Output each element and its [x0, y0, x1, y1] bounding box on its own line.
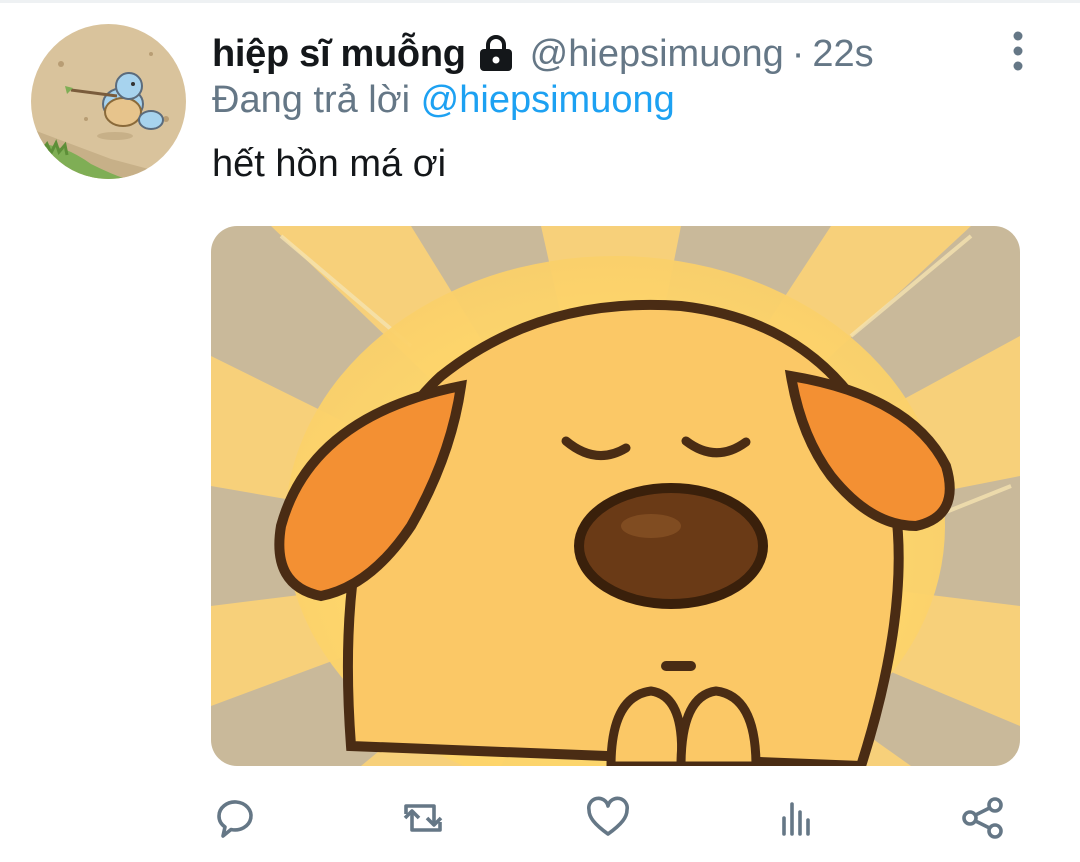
- tweet-card[interactable]: hiệp sĩ muỗng @hiepsimuong · 22s Đang tr…: [0, 0, 1080, 862]
- heart-icon: [587, 796, 629, 836]
- timestamp[interactable]: 22s: [812, 33, 873, 76]
- replying-to-handle[interactable]: @hiepsimuong: [421, 79, 675, 121]
- display-name[interactable]: hiệp sĩ muỗng: [212, 33, 466, 76]
- user-handle[interactable]: @hiepsimuong: [530, 33, 784, 76]
- share-button[interactable]: [956, 791, 1010, 845]
- more-options-button[interactable]: [998, 27, 1038, 75]
- separator-dot: ·: [791, 32, 805, 75]
- share-icon: [962, 797, 1003, 839]
- lock-icon: [476, 34, 516, 74]
- analytics-icon: [782, 802, 810, 836]
- tweet-media-image[interactable]: [211, 226, 1020, 766]
- reply-button[interactable]: [208, 791, 262, 845]
- tweet-text: hết hồn má ơi: [212, 143, 447, 185]
- replying-to-label: Đang trả lời: [212, 79, 411, 121]
- retweet-button[interactable]: [396, 791, 450, 845]
- reply-icon: [217, 800, 253, 838]
- avatar[interactable]: [31, 24, 186, 179]
- like-button[interactable]: [581, 791, 635, 845]
- vertical-ellipsis-icon: [1013, 31, 1023, 71]
- analytics-button[interactable]: [769, 791, 823, 845]
- retweet-icon: [403, 804, 443, 832]
- tweet-actions-bar: [0, 783, 1080, 853]
- replying-to-line: Đang trả lời @hiepsimuong: [212, 79, 675, 122]
- tweet-header: hiệp sĩ muỗng @hiepsimuong · 22s: [212, 29, 874, 79]
